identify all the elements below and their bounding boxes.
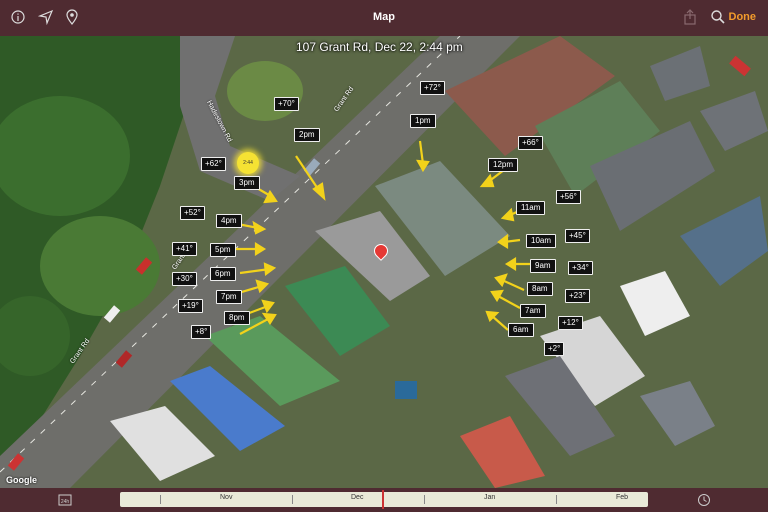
done-button[interactable]: Done [729,11,757,23]
timeline-cursor[interactable] [382,490,384,509]
sun-angle-label: +41° [172,242,197,256]
month-label: Dec [351,494,364,501]
google-attribution: Google [6,475,37,485]
map-imagery [0,36,768,488]
sun-angle-label: +56° [556,190,581,204]
hour-label: 3pm [234,176,260,190]
hour-label: 9am [530,259,556,273]
hour-label: 7pm [216,290,242,304]
hour-label: 8am [527,282,553,296]
sun-angle-label: +70° [274,97,299,111]
date-timeline-slider[interactable]: Nov Dec Jan Feb [120,490,648,509]
sun-angle-label: +45° [565,229,590,243]
sun-angle-label: +19° [178,299,203,313]
share-icon[interactable] [682,9,698,25]
24h-icon[interactable]: 24h [58,493,72,507]
sun-angle-label: +8° [191,325,212,339]
month-label: Feb [616,494,629,501]
sun-angle-label: +23° [565,289,590,303]
hour-label: 4pm [216,214,242,228]
sun-angle-label: +52° [180,206,205,220]
sun-position-marker[interactable]: 2:44 [237,152,259,174]
sun-angle-label: +30° [172,272,197,286]
hour-label: 6pm [210,267,236,281]
hour-label: 2pm [294,128,320,142]
hour-label: 6am [508,323,534,337]
hour-label: 7am [520,304,546,318]
month-label: Nov [220,494,233,501]
hour-label: 8pm [224,311,250,325]
sun-angle-label: +66° [518,136,543,150]
satellite-map[interactable]: 107 Grant Rd, Dec 22, 2:44 pm Hadestown … [0,36,768,488]
hour-label: 1pm [410,114,436,128]
hour-label: 5pm [210,243,236,257]
timeline-tick [292,495,293,504]
clock-icon[interactable] [697,493,711,507]
month-label: Jan [484,494,496,501]
top-bar: Map Done [0,0,768,36]
search-icon[interactable] [710,9,726,25]
sun-angle-label: +72° [420,81,445,95]
bottom-toolbar: 24h Nov Dec Jan Feb [0,488,768,512]
svg-text:24h: 24h [61,499,70,505]
address-date-label: 107 Grant Rd, Dec 22, 2:44 pm [296,40,463,54]
sun-angle-label: +62° [201,157,226,171]
sun-angle-label: +34° [568,261,593,275]
hour-label: 12pm [488,158,519,172]
sun-angle-label: +12° [558,316,583,330]
timeline-tick [424,495,425,504]
hour-label: 11am [516,201,546,215]
timeline-tick [556,495,557,504]
window-title: Map [373,11,395,23]
hour-label: 10am [526,234,557,248]
timeline-tick [160,495,161,504]
sun-angle-label: +2° [544,342,565,356]
